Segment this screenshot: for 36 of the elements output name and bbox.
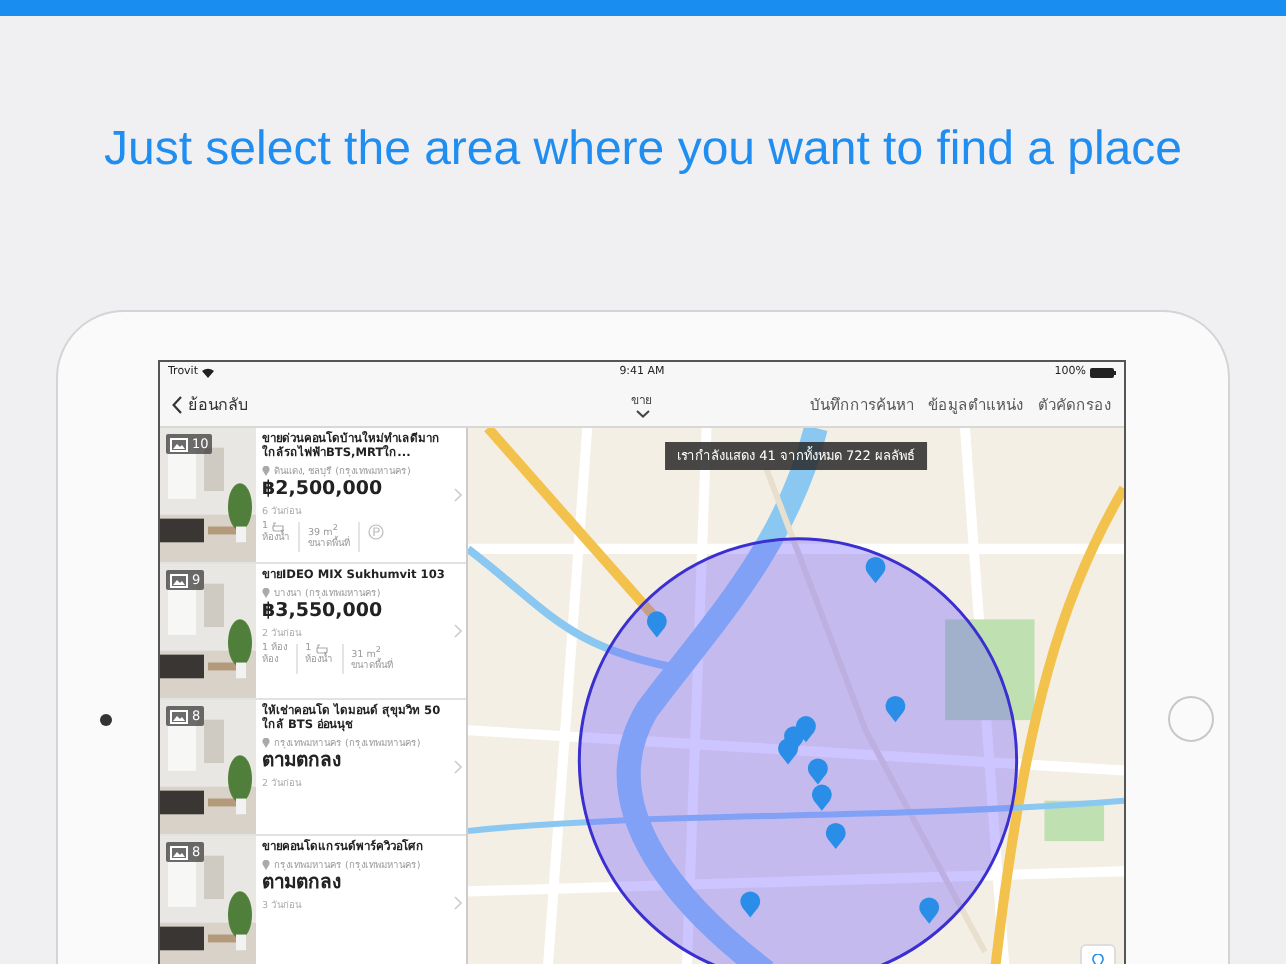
camera-dot xyxy=(100,714,112,726)
photos-icon xyxy=(170,437,188,451)
chevron-right-icon xyxy=(454,488,462,502)
listing-price: ฿3,550,000 xyxy=(262,600,385,624)
parking-icon xyxy=(368,523,384,540)
location-pin-icon xyxy=(262,465,270,476)
map-pin-icon[interactable] xyxy=(865,556,886,584)
chevron-right-icon xyxy=(454,760,462,774)
home-button[interactable] xyxy=(1168,696,1214,742)
location-pin-icon xyxy=(262,859,270,870)
location-pin-icon xyxy=(262,737,270,748)
map-pin-icon[interactable] xyxy=(811,784,832,811)
photos-icon xyxy=(170,573,188,587)
map-pin-icon[interactable] xyxy=(825,822,846,850)
bathtub-icon xyxy=(272,522,285,533)
photos-icon xyxy=(170,709,188,723)
listing-price: ตามตกลง xyxy=(262,872,344,896)
map-pin-icon[interactable] xyxy=(646,611,667,638)
map-pin-icon[interactable] xyxy=(885,696,906,723)
listing-price: ฿2,500,000 xyxy=(262,478,385,502)
bathtub-icon xyxy=(315,644,328,655)
map-pin-icon[interactable] xyxy=(740,891,761,918)
battery-icon xyxy=(1090,367,1116,377)
photos-icon xyxy=(170,845,188,859)
map-pin-icon[interactable] xyxy=(807,758,828,785)
listing-price: ตามตกลง xyxy=(262,750,344,774)
location-pin-icon xyxy=(262,587,270,598)
headline: Just select the area where you want to find a place xyxy=(104,122,1182,178)
map-pin-icon[interactable] xyxy=(778,738,798,765)
back-button[interactable]: ย้อนกลับ xyxy=(172,391,631,417)
chevron-right-icon xyxy=(454,896,462,910)
chevron-right-icon xyxy=(454,624,462,638)
map-pin-icon[interactable] xyxy=(919,897,940,924)
chevron-left-icon xyxy=(172,395,182,413)
wifi-icon xyxy=(202,367,214,377)
chevron-down-icon[interactable] xyxy=(635,410,649,418)
